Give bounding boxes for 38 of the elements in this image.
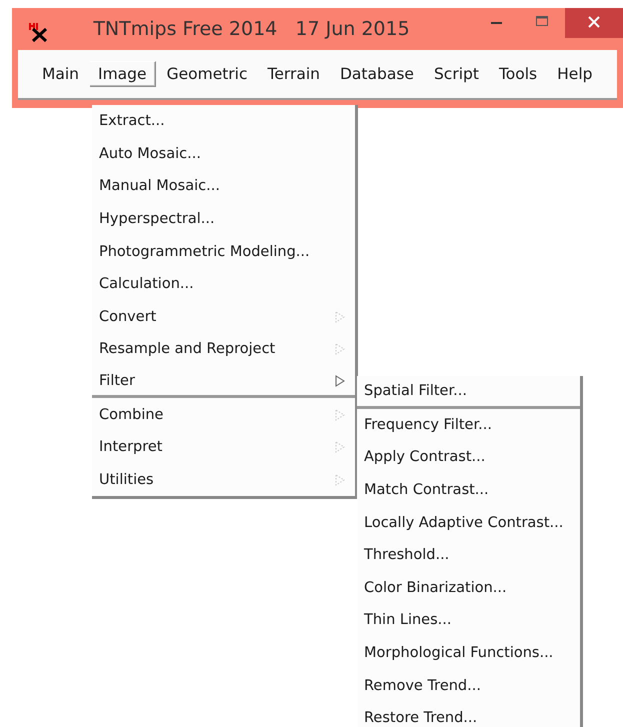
menu-item[interactable]: Image (90, 61, 156, 87)
submenu-arrow-icon (335, 343, 345, 356)
menu-item[interactable]: Interpret (92, 430, 355, 464)
menu-item[interactable]: Hyperspectral... (92, 202, 355, 236)
menu-item[interactable]: Database (331, 61, 423, 87)
menu-item[interactable]: Help (548, 61, 602, 87)
app-icon (28, 21, 50, 43)
menu-item[interactable]: Terrain (258, 61, 329, 87)
menu-item[interactable]: Extract... (92, 105, 355, 138)
menu-item[interactable]: Photogrammetric Modeling... (92, 235, 355, 268)
menu-item[interactable]: Manual Mosaic... (92, 170, 355, 203)
menu-item[interactable]: Color Binarization... (357, 572, 580, 604)
menu-item[interactable]: Combine (92, 398, 355, 431)
menu-item[interactable]: Convert (92, 300, 355, 334)
menu-item[interactable]: Script (424, 61, 488, 87)
menu-item[interactable]: Geometric (158, 61, 257, 87)
menu-item[interactable]: Resample and Reproject (92, 333, 355, 366)
menu-item[interactable]: Utilities (92, 464, 355, 496)
menu-item[interactable]: Locally Adaptive Contrast... (357, 506, 580, 539)
menu-item[interactable]: Remove Trend... (357, 669, 580, 702)
window-title: TNTmips Free 2014 17 Jun 2015 (92, 18, 411, 40)
menu-item[interactable]: Match Contrast... (357, 474, 580, 506)
submenu-arrow-icon (335, 474, 345, 486)
menu-item[interactable]: Tools (490, 61, 546, 87)
submenu-arrow-icon (335, 374, 345, 387)
menu-item[interactable]: Frequency Filter... (357, 408, 580, 442)
menu-item[interactable]: Morphological Functions... (357, 636, 580, 670)
menu-item[interactable]: Apply Contrast... (357, 441, 580, 474)
menu-item[interactable]: Calculation... (92, 268, 355, 301)
menu-item[interactable]: Auto Mosaic... (92, 138, 355, 170)
submenu-arrow-icon (335, 408, 345, 421)
menu-item[interactable]: Main (33, 61, 88, 87)
menu-item[interactable]: Restore Trend... (357, 702, 580, 727)
submenu-arrow-icon (335, 310, 345, 323)
menu-item[interactable]: Thin Lines... (357, 604, 580, 637)
submenu-arrow-icon (335, 441, 345, 454)
close-icon[interactable] (565, 8, 623, 38)
menu-item[interactable]: Threshold... (357, 538, 580, 572)
